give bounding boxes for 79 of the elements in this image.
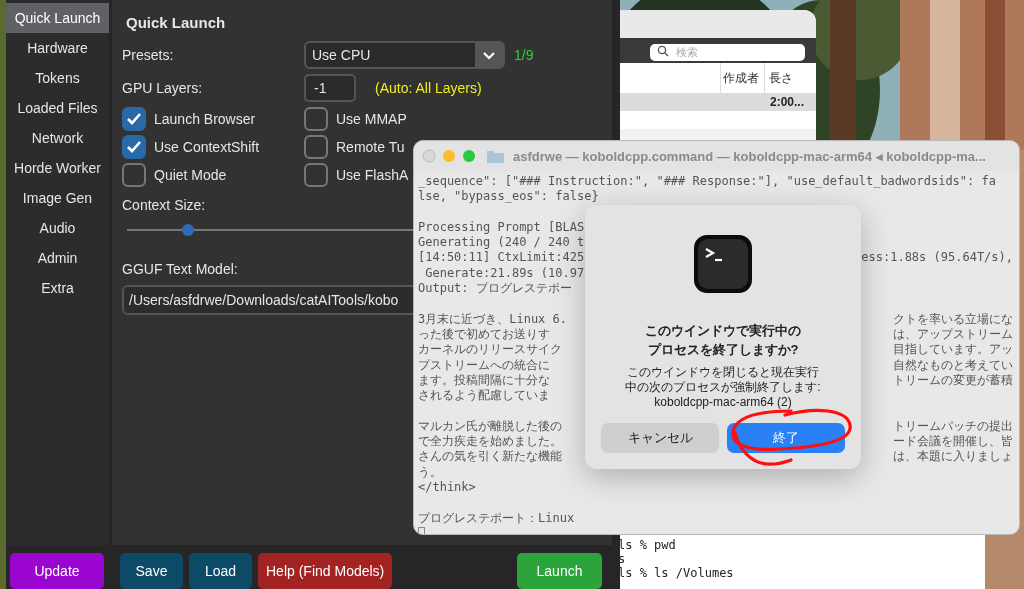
table-cell-text: 2:00... — [769, 95, 806, 109]
checkbox[interactable] — [304, 107, 328, 131]
folder-icon — [487, 149, 504, 163]
terminal-line: されるよう配慮していま — [418, 388, 550, 404]
action-button[interactable]: Update — [10, 553, 104, 589]
chevron-icon — [482, 50, 496, 60]
field-label: GPU Layers: — [122, 80, 204, 96]
terminal-line: Processing Prompt [BLAS — [418, 219, 585, 236]
terminal-line: ード会議を開催し、皆 — [893, 434, 1013, 450]
checkbox-label: Remote Tu — [336, 139, 405, 155]
sidebar-tab[interactable]: Audio — [6, 213, 109, 243]
checkbox-label: Use ContextShift — [154, 139, 260, 155]
window-controls-icon[interactable] — [422, 149, 478, 163]
terminal-line: _sequence": ["### Instruction:", "### Response:"], "use_default_badwordsids": fa — [418, 174, 996, 190]
terminal-line: トリームパッチの提出 — [893, 418, 1013, 435]
window-title: asfdrwe — koboldcpp.command — koboldcpp-mac-arm64 ◂ koboldcpp-ma... — [513, 148, 986, 164]
terminal-line: lse, "bypass_eos": false} — [418, 189, 599, 205]
terminal-line: Generate:21.89s (10.97 — [424, 265, 585, 282]
search-field[interactable]: 検索 — [650, 43, 805, 61]
action-button[interactable]: Save — [120, 553, 183, 589]
field-label: Presets: — [122, 47, 175, 63]
action-button[interactable]: Load — [189, 553, 252, 589]
sidebar-tab[interactable]: Extra — [6, 273, 109, 303]
checkbox[interactable] — [304, 135, 328, 159]
checkbox-label: Use FlashA — [336, 167, 409, 183]
panel-title: Quick Launch — [126, 14, 227, 31]
dialog-title: プロセスを終了しますか? — [646, 341, 800, 359]
terminal-line: は、本題に入りましょ — [893, 449, 1013, 465]
checkmark-icon — [126, 140, 142, 154]
sidebar-tab[interactable]: Network — [6, 123, 109, 153]
search-icon — [657, 45, 669, 57]
dialog-message: 中の次のプロセスが強制終了します: — [625, 380, 821, 395]
checkbox[interactable] — [122, 163, 146, 187]
sidebar-tab[interactable]: Admin — [6, 243, 109, 273]
field-label: Context Size: — [122, 197, 206, 213]
sidebar-tab[interactable]: Image Gen — [6, 183, 109, 213]
terminal-line: クトを率いる立場にな — [893, 311, 1013, 327]
terminal-line: [14:50:11] CtxLimit:425 — [418, 250, 585, 266]
sidebar-tab[interactable]: Horde Worker — [6, 153, 109, 183]
terminal-line: は、アップストリーム — [893, 326, 1013, 343]
terminal-line: カーネルのリリースサイク — [418, 342, 562, 358]
terminal-line: プストリームへの統合に — [418, 357, 550, 373]
terminal-app-icon — [692, 233, 754, 295]
terminal-line: Generating (240 / 240 t — [418, 235, 585, 251]
dialog-message: このウインドウを閉じると現在実行 — [626, 365, 820, 380]
dialog-button[interactable]: キャンセル — [601, 423, 719, 453]
action-button[interactable]: Help (Find Models) — [258, 553, 393, 589]
checkbox[interactable] — [122, 135, 146, 159]
auto-note: (Auto: All Layers) — [375, 80, 482, 96]
terminal-line: 目指しています。アッ — [893, 342, 1013, 358]
checkbox-label: Use MMAP — [336, 111, 407, 127]
terminal-line: さんの気を引く新たな機能 — [418, 449, 562, 465]
terminal-line: う。 — [418, 464, 442, 480]
gpu-layers-field[interactable]: -1 — [304, 74, 356, 102]
terminal-line: </think> — [418, 479, 476, 496]
checkbox-label: Launch Browser — [154, 111, 256, 127]
terminal-line: プログレステポート：Linux — [418, 510, 575, 526]
terminal-line: ls % pwd — [618, 538, 676, 552]
terminal-line: ls % ls /Volumes — [618, 566, 734, 580]
terminal-line: 自然なものと考えてい — [893, 357, 1013, 373]
checkbox[interactable] — [122, 107, 146, 131]
checkbox-label: Quiet Mode — [154, 167, 227, 183]
terminal-line: ます。投稿間隔に十分な — [418, 372, 550, 389]
terminal-line: マルカン氏が離脱した後の — [418, 418, 562, 435]
sidebar-tab[interactable]: Quick Launch — [6, 3, 109, 33]
terminal-line: で全力疾走を始めました。 — [418, 434, 562, 450]
sidebar-tab[interactable]: Hardware — [6, 33, 109, 63]
dialog-message: koboldcpp-mac-arm64 (2) — [653, 395, 793, 410]
preset-count: 1/9 — [514, 47, 534, 63]
field-label: GGUF Text Model: — [122, 261, 238, 277]
checkbox[interactable] — [304, 163, 328, 187]
checkmark-icon — [126, 112, 142, 126]
dialog-title: このウインドウで実行中の — [645, 322, 801, 340]
sidebar-tab[interactable]: Tokens — [6, 63, 109, 93]
sidebar-tab[interactable]: Loaded Files — [6, 93, 109, 123]
terminal-line: った後で初めてお送りす — [418, 326, 550, 343]
terminal-line: トリームの変更が蓄積 — [893, 372, 1013, 389]
terminal-line: ess:1.88s (95.64T/s), — [861, 250, 1013, 266]
preset-dropdown[interactable]: Use CPU — [304, 41, 505, 69]
